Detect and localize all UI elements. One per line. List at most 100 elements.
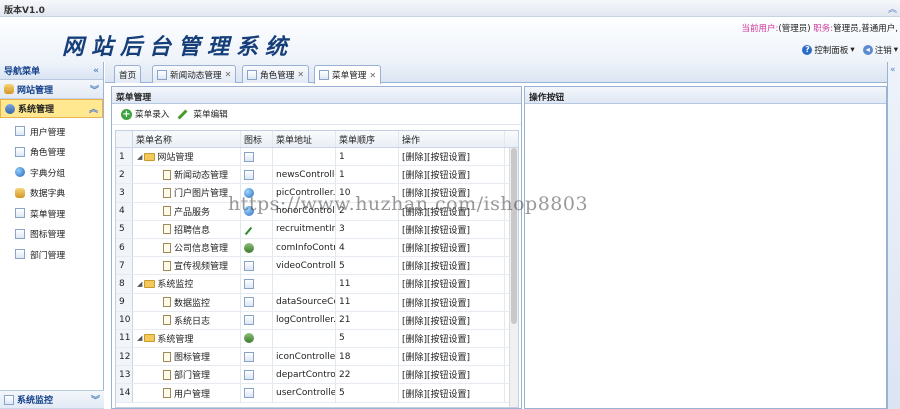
page-icon (244, 169, 254, 180)
folder-icon (4, 84, 14, 94)
nav-item-data-dict[interactable]: 数据字典 (0, 183, 103, 204)
table-row[interactable]: 1 ◢ 网站管理 1 [删除][按钮设置] (116, 148, 518, 167)
table-row[interactable]: 11 ◢ 系统管理 5 [删除][按钮设置] (116, 329, 518, 349)
menu-url: iconController.c (273, 348, 336, 366)
row-actions[interactable]: [删除][按钮设置] (399, 311, 505, 329)
row-actions[interactable]: [删除][按钮设置] (399, 384, 505, 402)
nav-item-role-management[interactable]: 角色管理 (0, 142, 103, 163)
right-collapsed-strip[interactable]: « (887, 62, 900, 409)
nav-group-label: 系统管理 (18, 105, 55, 115)
plus-icon: + (121, 108, 132, 120)
tab-news-management[interactable]: 新闻动态管理 ✕ (152, 65, 237, 83)
menu-name-cell: ◢ 网站管理 (133, 148, 241, 166)
nav-item-menu-management[interactable]: 菜单管理 (0, 203, 103, 224)
row-number: 12 (116, 348, 133, 366)
logout-icon: ◂ (862, 45, 873, 55)
nav-item-user-management[interactable]: 用户管理 (0, 121, 103, 142)
table-row[interactable]: 6 公司信息管理 comInfoControl4[删除][按钮设置] (116, 238, 518, 258)
column-header[interactable]: 操作 (399, 131, 505, 147)
row-number: 11 (116, 329, 133, 348)
expand-tree-icon[interactable]: ◢ (137, 280, 142, 288)
file-icon (163, 315, 171, 326)
menu-name-cell: 门户图片管理 (133, 184, 241, 202)
column-header[interactable]: 菜单名称 (133, 131, 241, 147)
file-icon (163, 388, 171, 399)
add-menu-button[interactable]: + 菜单录入 (121, 108, 169, 120)
collapse-nav-icon[interactable]: « (93, 66, 99, 76)
row-actions[interactable]: [删除][按钮设置] (399, 238, 505, 257)
nav-item-label: 菜单管理 (30, 209, 66, 220)
icon-cell (241, 366, 273, 384)
menu-name: 系统日志 (174, 316, 211, 327)
current-user: (管理员) (778, 24, 811, 34)
row-number: 2 (116, 166, 133, 184)
table-row[interactable]: 12 图标管理 iconController.c18[删除][按钮设置] (116, 348, 518, 367)
menu-name: 门户图片管理 (174, 189, 229, 200)
row-actions[interactable]: [删除][按钮设置] (399, 257, 505, 275)
close-icon[interactable]: ✕ (369, 71, 376, 80)
menu-name: 部门管理 (174, 371, 211, 382)
menu-name-cell: 产品服务 (133, 202, 241, 220)
row-actions[interactable]: [删除][按钮设置] (399, 166, 505, 184)
vertical-scrollbar[interactable] (509, 148, 518, 407)
menu-name: 宣传视频管理 (174, 262, 229, 273)
table-row[interactable]: 8 ◢ 系统监控 11 [删除][按钮设置] (116, 275, 518, 294)
tab-menu-management[interactable]: 菜单管理 ✕ (314, 65, 382, 84)
table-row[interactable]: 10 系统日志 logController.dc21[删除][按钮设置] (116, 311, 518, 330)
column-header[interactable]: 图标 (241, 131, 273, 147)
page-icon (15, 228, 25, 239)
row-actions[interactable]: [删除][按钮设置] (399, 275, 505, 293)
close-icon[interactable]: ✕ (297, 70, 304, 79)
icon-cell (241, 220, 273, 238)
row-actions[interactable]: [删除][按钮设置] (399, 220, 505, 238)
page-icon (244, 260, 254, 271)
edit-menu-button[interactable]: 菜单编辑 (177, 108, 228, 120)
tab-label: 角色管理 (260, 70, 295, 81)
nav-group-website[interactable]: 网站管理 ︾ (0, 80, 103, 99)
table-row[interactable]: 13 部门管理 departControlle22[删除][按钮设置] (116, 366, 518, 385)
tab-role-management[interactable]: 角色管理 ✕ (242, 65, 310, 83)
menu-name-cell: 系统日志 (133, 311, 241, 329)
menu-url: recruitmentInfo (273, 220, 336, 238)
row-number: 14 (116, 384, 133, 402)
nav-item-icon-management[interactable]: 图标管理 (0, 224, 103, 245)
menu-name: 招聘信息 (174, 225, 211, 236)
close-icon[interactable]: ✕ (225, 70, 232, 79)
page-icon (15, 146, 25, 157)
expand-tree-icon[interactable]: ◢ (137, 153, 142, 161)
caret-down-icon: ▾ (893, 45, 898, 55)
table-row[interactable]: 2 新闻动态管理 newsController1[删除][按钮设置] (116, 166, 518, 185)
table-row[interactable]: 7 宣传视频管理 videoController5[删除][按钮设置] (116, 257, 518, 276)
nav-group-system[interactable]: 系统管理 ︽ (0, 99, 103, 118)
logout-menu[interactable]: ◂ 注销 ▾ (862, 44, 898, 56)
row-number: 3 (116, 184, 133, 202)
row-actions[interactable]: [删除][按钮设置] (399, 366, 505, 384)
nav-item-dept-management[interactable]: 部门管理 (0, 244, 103, 265)
nav-item-dict-group[interactable]: 字典分组 (0, 162, 103, 183)
row-actions[interactable]: [删除][按钮设置] (399, 293, 505, 311)
row-actions[interactable]: [删除][按钮设置] (399, 329, 505, 348)
column-header[interactable]: 菜单地址 (273, 131, 336, 147)
user-roles: 管理员,普通用户, (833, 24, 898, 34)
collapse-header-icon[interactable]: ︽ (888, 2, 897, 15)
column-header[interactable]: 菜单顺序 (336, 131, 399, 147)
control-panel-menu[interactable]: ? 控制面板 ▾ (802, 44, 855, 56)
tab-label: 首页 (119, 70, 137, 81)
scrollbar-thumb[interactable] (511, 148, 517, 324)
table-row[interactable]: 9 数据监控 dataSourceCon11[删除][按钮设置] (116, 293, 518, 312)
nav-item-label: 字典分组 (30, 168, 66, 179)
expand-right-icon[interactable]: « (890, 65, 896, 75)
nav-group-monitor[interactable]: 系统监控 ︾ (0, 390, 104, 409)
tab-home[interactable]: 首页 (114, 65, 142, 83)
menu-url: dataSourceCon (273, 293, 336, 311)
users-icon (244, 333, 254, 344)
menu-toolbar: + 菜单录入 菜单编辑 (112, 104, 521, 125)
button-panel: 操作按钮 (524, 86, 887, 409)
icon-cell (241, 329, 273, 348)
expand-tree-icon[interactable]: ◢ (137, 334, 142, 342)
row-actions[interactable]: [删除][按钮设置] (399, 148, 505, 166)
table-row[interactable]: 14 用户管理 userController.c5[删除][按钮设置] (116, 384, 518, 403)
table-row[interactable]: 5 招聘信息 recruitmentInfo3[删除][按钮设置] (116, 220, 518, 239)
row-actions[interactable]: [删除][按钮设置] (399, 348, 505, 366)
add-menu-label: 菜单录入 (135, 110, 170, 120)
